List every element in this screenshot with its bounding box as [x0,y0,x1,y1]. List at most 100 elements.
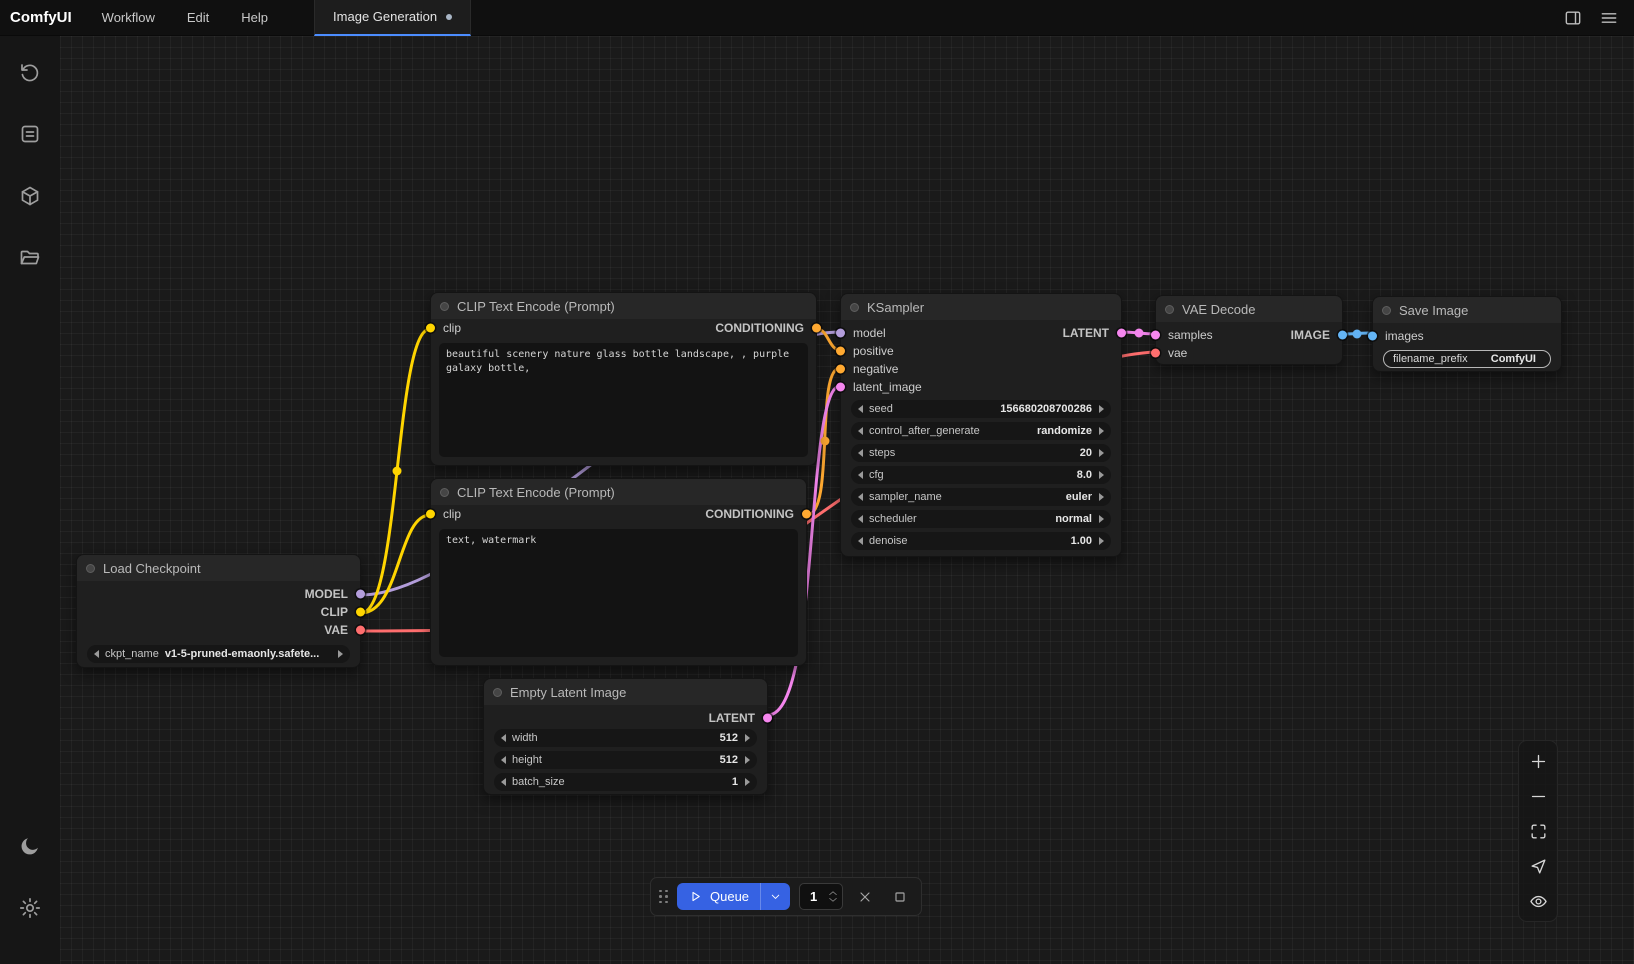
menu-edit[interactable]: Edit [171,0,225,36]
prompt-text-area[interactable]: text, watermark [439,529,798,657]
node-header[interactable]: Load Checkpoint [77,555,360,581]
decrement-arrow-icon[interactable] [858,515,863,523]
increment-arrow-icon[interactable] [1099,405,1104,413]
decrement-arrow-icon[interactable] [501,734,506,742]
fit-view-icon[interactable] [1527,820,1549,842]
collapse-dot-icon[interactable] [440,488,449,497]
queue-list-icon[interactable] [8,112,52,156]
widget-seed[interactable]: seed 156680208700286 [851,400,1111,418]
prompt-text-area[interactable]: beautiful scenery nature glass bottle la… [439,343,808,457]
collapse-dot-icon[interactable] [850,303,859,312]
hamburger-menu-icon[interactable] [1594,4,1624,32]
stepper-down-icon[interactable] [828,897,838,903]
node-vae-decode[interactable]: VAE Decode samples IMAGE vae [1155,295,1343,365]
decrement-arrow-icon[interactable] [501,778,506,786]
increment-arrow-icon[interactable] [1099,427,1104,435]
collapse-dot-icon[interactable] [1165,305,1174,314]
widget-cfg[interactable]: cfg 8.0 [851,466,1111,484]
node-header[interactable]: KSampler [841,294,1121,320]
increment-arrow-icon[interactable] [1099,471,1104,479]
port-clip-output[interactable] [356,608,365,617]
settings-gear-icon[interactable] [8,886,52,930]
widget-ckpt-name[interactable]: ckpt_name v1-5-pruned-emaonly.safete... [87,645,350,663]
port-model-input[interactable] [836,329,845,338]
node-library-icon[interactable] [8,174,52,218]
zoom-out-icon[interactable] [1527,785,1549,807]
increment-arrow-icon[interactable] [338,650,343,658]
toggle-panel-icon[interactable] [1558,4,1588,32]
collapse-dot-icon[interactable] [86,564,95,573]
port-samples-input[interactable] [1151,331,1160,340]
port-latent-output[interactable] [1117,329,1126,338]
toggle-link-visibility-icon[interactable] [1527,890,1549,912]
port-conditioning-output[interactable] [802,510,811,519]
queue-button[interactable]: Queue [677,883,790,910]
decrement-arrow-icon[interactable] [858,471,863,479]
node-save-image[interactable]: Save Image images filename_prefix ComfyU… [1372,296,1562,372]
decrement-arrow-icon[interactable] [858,493,863,501]
widget-scheduler[interactable]: scheduler normal [851,510,1111,528]
port-negative-input[interactable] [836,365,845,374]
port-positive-input[interactable] [836,347,845,356]
history-icon[interactable] [8,50,52,94]
decrement-arrow-icon[interactable] [501,756,506,764]
pan-mode-icon[interactable] [1527,855,1549,877]
node-ksampler[interactable]: KSampler model LATENT positive negative … [840,293,1122,557]
node-header[interactable]: CLIP Text Encode (Prompt) [431,479,806,505]
widget-denoise[interactable]: denoise 1.00 [851,532,1111,550]
widget-height[interactable]: height 512 [494,751,757,769]
port-latent-image-input[interactable] [836,383,845,392]
port-conditioning-output[interactable] [812,324,821,333]
collapse-dot-icon[interactable] [1382,306,1391,315]
clear-queue-icon[interactable] [852,884,878,910]
port-clip-input[interactable] [426,324,435,333]
increment-arrow-icon[interactable] [745,778,750,786]
menu-workflow[interactable]: Workflow [86,0,171,36]
stop-icon[interactable] [887,884,913,910]
theme-moon-icon[interactable] [8,824,52,868]
play-icon [688,889,703,904]
decrement-arrow-icon[interactable] [858,405,863,413]
increment-arrow-icon[interactable] [1099,449,1104,457]
port-clip-input[interactable] [426,510,435,519]
increment-arrow-icon[interactable] [1099,493,1104,501]
increment-arrow-icon[interactable] [1099,515,1104,523]
node-header[interactable]: VAE Decode [1156,296,1342,322]
port-model-output[interactable] [356,590,365,599]
tab-image-generation[interactable]: Image Generation [314,0,471,36]
widget-sampler-name[interactable]: sampler_name euler [851,488,1111,506]
decrement-arrow-icon[interactable] [858,449,863,457]
workflows-folder-icon[interactable] [8,236,52,280]
node-load-checkpoint[interactable]: Load Checkpoint MODEL CLIP VAE ckpt_name… [76,554,361,668]
port-vae-input[interactable] [1151,349,1160,358]
collapse-dot-icon[interactable] [440,302,449,311]
port-image-output[interactable] [1338,331,1347,340]
port-latent-output[interactable] [763,714,772,723]
increment-arrow-icon[interactable] [745,756,750,764]
port-vae-output[interactable] [356,626,365,635]
increment-arrow-icon[interactable] [1099,537,1104,545]
node-clip-text-encode-positive[interactable]: CLIP Text Encode (Prompt) clip CONDITION… [430,292,817,466]
node-clip-text-encode-negative[interactable]: CLIP Text Encode (Prompt) clip CONDITION… [430,478,807,666]
node-header[interactable]: CLIP Text Encode (Prompt) [431,293,816,319]
batch-count-input[interactable]: 1 [799,883,843,910]
widget-batch-size[interactable]: batch_size 1 [494,773,757,791]
widget-filename-prefix[interactable]: filename_prefix ComfyUI [1383,350,1551,368]
menu-help[interactable]: Help [225,0,284,36]
stepper-up-icon[interactable] [828,890,838,896]
queue-options-chevron-icon[interactable] [761,883,790,910]
decrement-arrow-icon[interactable] [94,650,99,658]
node-header[interactable]: Empty Latent Image [484,679,767,705]
node-header[interactable]: Save Image [1373,297,1561,323]
widget-steps[interactable]: steps 20 [851,444,1111,462]
drag-handle-icon[interactable] [659,890,668,904]
increment-arrow-icon[interactable] [745,734,750,742]
collapse-dot-icon[interactable] [493,688,502,697]
node-empty-latent-image[interactable]: Empty Latent Image LATENT width 512 heig… [483,678,768,795]
widget-control-after-generate[interactable]: control_after_generate randomize [851,422,1111,440]
decrement-arrow-icon[interactable] [858,427,863,435]
widget-width[interactable]: width 512 [494,729,757,747]
port-images-input[interactable] [1368,332,1377,341]
decrement-arrow-icon[interactable] [858,537,863,545]
zoom-in-icon[interactable] [1527,750,1549,772]
